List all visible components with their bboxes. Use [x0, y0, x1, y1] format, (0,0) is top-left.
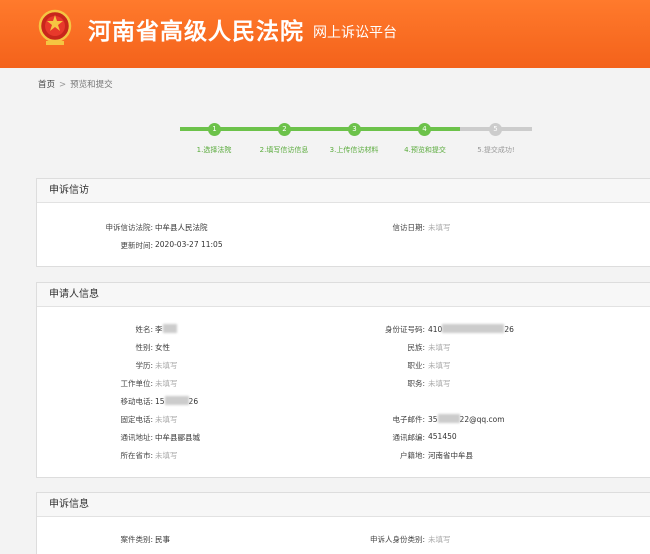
petition-updated-label: 更新时间: [120, 241, 153, 250]
appeal-panel: 申诉信息 案件类别: 民事 申诉人身份类别: 未填写 [36, 492, 650, 554]
step-3-dot: 3 [348, 123, 361, 136]
email-label: 电子邮件: [392, 415, 425, 424]
step-3-label: 3.上传信访材料 [329, 146, 379, 154]
mobile-redaction [164, 396, 189, 405]
zipcode-value: 451450 [428, 432, 457, 441]
breadcrumb: 首页 > 预览和提交 [38, 78, 113, 90]
step-5-label: 5.提交成功! [477, 146, 515, 154]
mobile-label: 移动电话: [120, 397, 153, 406]
step-2-dot: 2 [278, 123, 291, 136]
progress-steps: 1 2 3 4 5 1.选择法院 2.填写信访信息 3.上传信访材料 4.预览和… [0, 118, 650, 158]
mobile-suffix: 26 [188, 397, 199, 406]
petition-panel-title: 申诉信访 [37, 179, 650, 203]
appeal-panel-title: 申诉信息 [37, 493, 650, 517]
appellant-identity-value: 未填写 [428, 535, 451, 544]
case-type-value: 民事 [155, 535, 170, 544]
applicant-panel: 申请人信息 姓名: 李 身份证号码: 410 26 性别: 女性 民族: 未填写 … [36, 282, 650, 478]
zipcode-label: 通讯邮编: [392, 433, 425, 442]
platform-name: 网上诉讼平台 [313, 25, 397, 41]
address-value: 中牟县郦县城 [155, 433, 200, 442]
name-value: 李 [155, 324, 177, 335]
employer-value: 未填写 [155, 379, 178, 388]
hukou-value: 河南省中牟县 [428, 451, 473, 460]
id-number-label: 身份证号码: [384, 325, 425, 334]
occupation-value: 未填写 [428, 361, 451, 370]
education-value: 未填写 [155, 361, 178, 370]
step-1-label: 1.选择法院 [196, 146, 232, 154]
id-redaction [442, 324, 505, 333]
ethnicity-label: 民族: [407, 343, 425, 352]
breadcrumb-current: 预览和提交 [70, 80, 113, 90]
email-value: 35 22@qq.com [428, 414, 505, 424]
employer-label: 工作单位: [120, 379, 153, 388]
petition-panel: 申诉信访 申诉信访法院: 中牟县人民法院 信访日期: 未填写 更新时间: 202… [36, 178, 650, 267]
mobile-value: 15 26 [155, 396, 198, 406]
case-type-label: 案件类别: [120, 535, 153, 544]
applicant-panel-title: 申请人信息 [37, 283, 650, 307]
step-4-dot: 4 [418, 123, 431, 136]
gender-value: 女性 [155, 343, 170, 352]
address-label: 通讯地址: [120, 433, 153, 442]
appellant-identity-label: 申诉人身份类别: [369, 535, 425, 544]
petition-date-label: 信访日期: [392, 223, 425, 232]
id-prefix: 410 [428, 325, 443, 334]
petition-court-label: 申诉信访法院: [105, 223, 153, 232]
mobile-prefix: 15 [155, 397, 165, 406]
email-suffix: 22@qq.com [459, 415, 505, 424]
court-emblem-icon [38, 9, 72, 45]
petition-court-value: 中牟县人民法院 [155, 223, 208, 232]
site-header: 河南省高级人民法院 网上诉讼平台 [0, 0, 650, 68]
landline-label: 固定电话: [120, 415, 153, 424]
position-value: 未填写 [428, 379, 451, 388]
step-4-label: 4.预览和提交 [404, 146, 446, 154]
petition-date-value: 未填写 [428, 223, 451, 232]
occupation-label: 职业: [407, 361, 425, 370]
court-name: 河南省高级人民法院 [88, 19, 304, 45]
step-2-label: 2.填写信访信息 [259, 146, 309, 154]
email-prefix: 35 [428, 415, 438, 424]
name-visible: 李 [155, 325, 163, 334]
gender-label: 性别: [135, 343, 153, 352]
id-suffix: 26 [504, 325, 514, 334]
step-1-dot: 1 [208, 123, 221, 136]
petition-updated-value: 2020-03-27 11:05 [155, 240, 223, 249]
name-redaction [162, 324, 177, 333]
position-label: 职务: [407, 379, 425, 388]
landline-value: 未填写 [155, 415, 178, 424]
ethnicity-value: 未填写 [428, 343, 451, 352]
province-label: 所在省市: [120, 451, 153, 460]
id-number-value: 410 26 [428, 324, 514, 334]
education-label: 学历: [135, 361, 153, 370]
province-value: 未填写 [155, 451, 178, 460]
name-label: 姓名: [135, 325, 153, 334]
step-5-dot: 5 [489, 123, 502, 136]
breadcrumb-separator: > [59, 80, 67, 90]
breadcrumb-home-link[interactable]: 首页 [38, 80, 55, 90]
hukou-label: 户籍地: [399, 451, 425, 460]
email-redaction [437, 414, 460, 423]
